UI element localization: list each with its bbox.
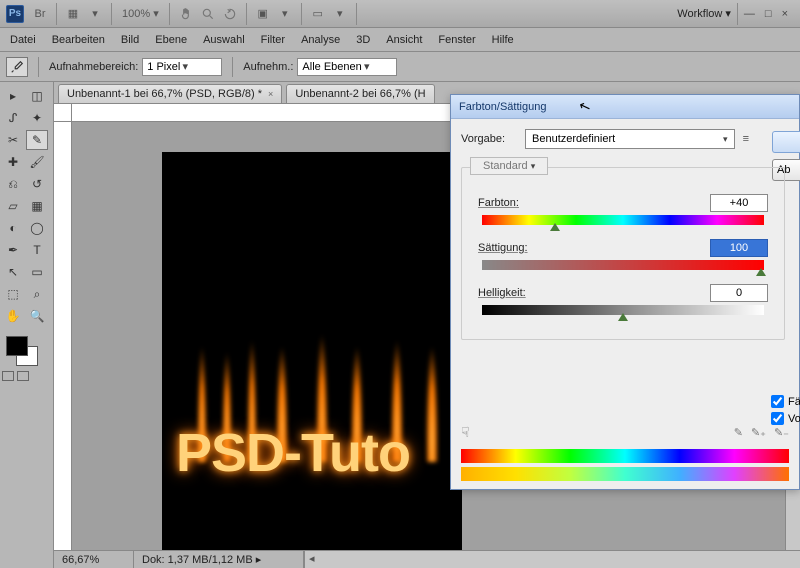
dodge-tool-icon[interactable]: ◯ <box>26 218 48 238</box>
lightness-input[interactable]: 0 <box>710 284 768 302</box>
scrub-icon[interactable]: ☟ <box>461 424 470 441</box>
marquee-tool-icon[interactable]: ◫ <box>26 86 48 106</box>
rotate-icon[interactable] <box>220 5 240 23</box>
sample-layers-select[interactable]: Alle Ebenen▾ <box>297 58 397 76</box>
brush-tool-icon[interactable]: 🖌 <box>26 152 48 172</box>
lightness-label: Helligkeit: <box>478 287 526 299</box>
screen-mode-icon[interactable]: ▣ <box>253 5 273 23</box>
menu-auswahl[interactable]: Auswahl <box>203 34 245 46</box>
slider-handle[interactable] <box>618 313 628 321</box>
hue-slider[interactable] <box>482 215 764 227</box>
type-tool-icon[interactable]: T <box>26 240 48 260</box>
title-bar: Ps Br ▦ ▾ 100% ▾ ▣ ▾ ▭ ▾ Workflow ▾ — □ … <box>0 0 800 28</box>
gradient-tool-icon[interactable]: ▦ <box>26 196 48 216</box>
lightness-slider[interactable] <box>482 305 764 317</box>
saturation-input[interactable]: 100 <box>710 239 768 257</box>
menu-ebene[interactable]: Ebene <box>155 34 187 46</box>
hand-icon[interactable] <box>176 5 196 23</box>
workspace-select[interactable]: Workflow ▾ <box>671 3 738 25</box>
document-canvas[interactable]: PSD-Tuto <box>162 152 462 550</box>
hue-input[interactable]: +40 <box>710 194 768 212</box>
eyedropper-tool-icon[interactable] <box>6 57 28 77</box>
colorize-checkbox[interactable]: Fä <box>771 395 799 408</box>
zoom-select[interactable]: 100% ▾ <box>118 7 163 20</box>
menu-hilfe[interactable]: Hilfe <box>492 34 514 46</box>
quickmask-icon[interactable] <box>2 371 14 381</box>
ruler-corner <box>54 104 72 122</box>
blur-tool-icon[interactable]: ◐ <box>2 218 24 238</box>
stamp-tool-icon[interactable]: ⎌ <box>2 174 24 194</box>
menu-analyse[interactable]: Analyse <box>301 34 340 46</box>
status-doc[interactable]: Dok: 1,37 MB/1,12 MB ▸ <box>134 551 304 568</box>
hue-saturation-dialog: Farbton/Sättigung ↖ Ab Vorgabe: Benutzer… <box>450 94 800 490</box>
fg-color-swatch[interactable] <box>6 336 28 356</box>
move-tool-icon[interactable]: ▸ <box>2 86 24 106</box>
filmstrip-icon[interactable]: ▦ <box>63 5 83 23</box>
color-swatches[interactable] <box>2 334 51 368</box>
cursor-icon: ↖ <box>576 97 593 117</box>
menu-ansicht[interactable]: Ansicht <box>386 34 422 46</box>
dialog-title[interactable]: Farbton/Sättigung ↖ <box>451 95 799 119</box>
canvas-text: PSD-Tuto <box>176 422 410 484</box>
menu-3d[interactable]: 3D <box>356 34 370 46</box>
bridge-icon[interactable]: Br <box>30 5 50 23</box>
menu-datei[interactable]: Datei <box>10 34 36 46</box>
hue-label: Farbton: <box>478 197 519 209</box>
zoom-icon[interactable] <box>198 5 218 23</box>
status-bar: 66,67% Dok: 1,37 MB/1,12 MB ▸ ◂ <box>54 550 800 568</box>
maximize-icon[interactable]: □ <box>765 8 772 20</box>
screenmode-icon[interactable] <box>17 371 29 381</box>
lasso-tool-icon[interactable]: ᔑ <box>2 108 24 128</box>
options-bar: Aufnahmebereich: 1 Pixel▾ Aufnehm.: Alle… <box>0 52 800 82</box>
app-logo-icon: Ps <box>6 5 24 23</box>
menu-bild[interactable]: Bild <box>121 34 139 46</box>
saturation-label: Sättigung: <box>478 242 528 254</box>
tab-doc1[interactable]: Unbenannt-1 bei 66,7% (PSD, RGB/8) *× <box>58 84 282 103</box>
eyedropper-add-icon[interactable]: ✎₊ <box>751 426 766 439</box>
zoom-tool-icon[interactable]: 🔍 <box>26 306 48 326</box>
spectrum-display <box>461 449 789 481</box>
slider-handle[interactable] <box>550 223 560 231</box>
ruler-vertical[interactable] <box>54 122 72 550</box>
path-tool-icon[interactable]: ↖ <box>2 262 24 282</box>
3d-tool-icon[interactable]: ⬚ <box>2 284 24 304</box>
close-tab-icon[interactable]: × <box>268 89 273 99</box>
channel-select[interactable]: Standard ▾ <box>470 157 548 175</box>
saturation-slider[interactable] <box>482 260 764 272</box>
pen-tool-icon[interactable]: ✒ <box>2 240 24 260</box>
slider-handle[interactable] <box>756 268 766 276</box>
heal-tool-icon[interactable]: ✚ <box>2 152 24 172</box>
hand-tool-icon[interactable]: ✋ <box>2 306 24 326</box>
toolbox: ▸◫ ᔑ✦ ✂✎ ✚🖌 ⎌↺ ▱▦ ◐◯ ✒T ↖▭ ⬚⌕ ✋🔍 <box>0 82 54 568</box>
minimize-icon[interactable]: — <box>744 8 755 20</box>
sample-range-select[interactable]: 1 Pixel▾ <box>142 58 222 76</box>
dropdown-icon[interactable]: ▾ <box>275 5 295 23</box>
crop-tool-icon[interactable]: ✂ <box>2 130 24 150</box>
dropdown-icon[interactable]: ▾ <box>330 5 350 23</box>
menu-bar: Datei Bearbeiten Bild Ebene Auswahl Filt… <box>0 28 800 52</box>
preset-label: Vorgabe: <box>461 133 517 145</box>
sample-layers-label: Aufnehm.: <box>243 61 293 73</box>
menu-filter[interactable]: Filter <box>261 34 285 46</box>
sample-range-label: Aufnahmebereich: <box>49 61 138 73</box>
menu-fenster[interactable]: Fenster <box>438 34 475 46</box>
3d-cam-icon[interactable]: ⌕ <box>26 284 48 304</box>
horizontal-scrollbar[interactable]: ◂ <box>304 551 800 568</box>
history-brush-icon[interactable]: ↺ <box>26 174 48 194</box>
status-zoom[interactable]: 66,67% <box>54 551 134 568</box>
close-icon[interactable]: × <box>782 8 788 20</box>
wand-tool-icon[interactable]: ✦ <box>26 108 48 128</box>
preset-select[interactable]: Benutzerdefiniert▾ <box>525 129 735 149</box>
eyedropper-icon[interactable]: ✎ <box>734 426 743 439</box>
eyedropper-tool-icon[interactable]: ✎ <box>26 130 48 150</box>
tab-doc2[interactable]: Unbenannt-2 bei 66,7% (H <box>286 84 434 103</box>
shape-tool-icon[interactable]: ▭ <box>26 262 48 282</box>
arrange-icon[interactable]: ▭ <box>308 5 328 23</box>
eraser-tool-icon[interactable]: ▱ <box>2 196 24 216</box>
dropdown-icon[interactable]: ▾ <box>85 5 105 23</box>
preview-checkbox[interactable]: Vo <box>771 412 799 425</box>
preset-menu-icon[interactable]: ≡ <box>743 133 749 145</box>
menu-bearbeiten[interactable]: Bearbeiten <box>52 34 105 46</box>
ok-button[interactable] <box>772 131 800 153</box>
